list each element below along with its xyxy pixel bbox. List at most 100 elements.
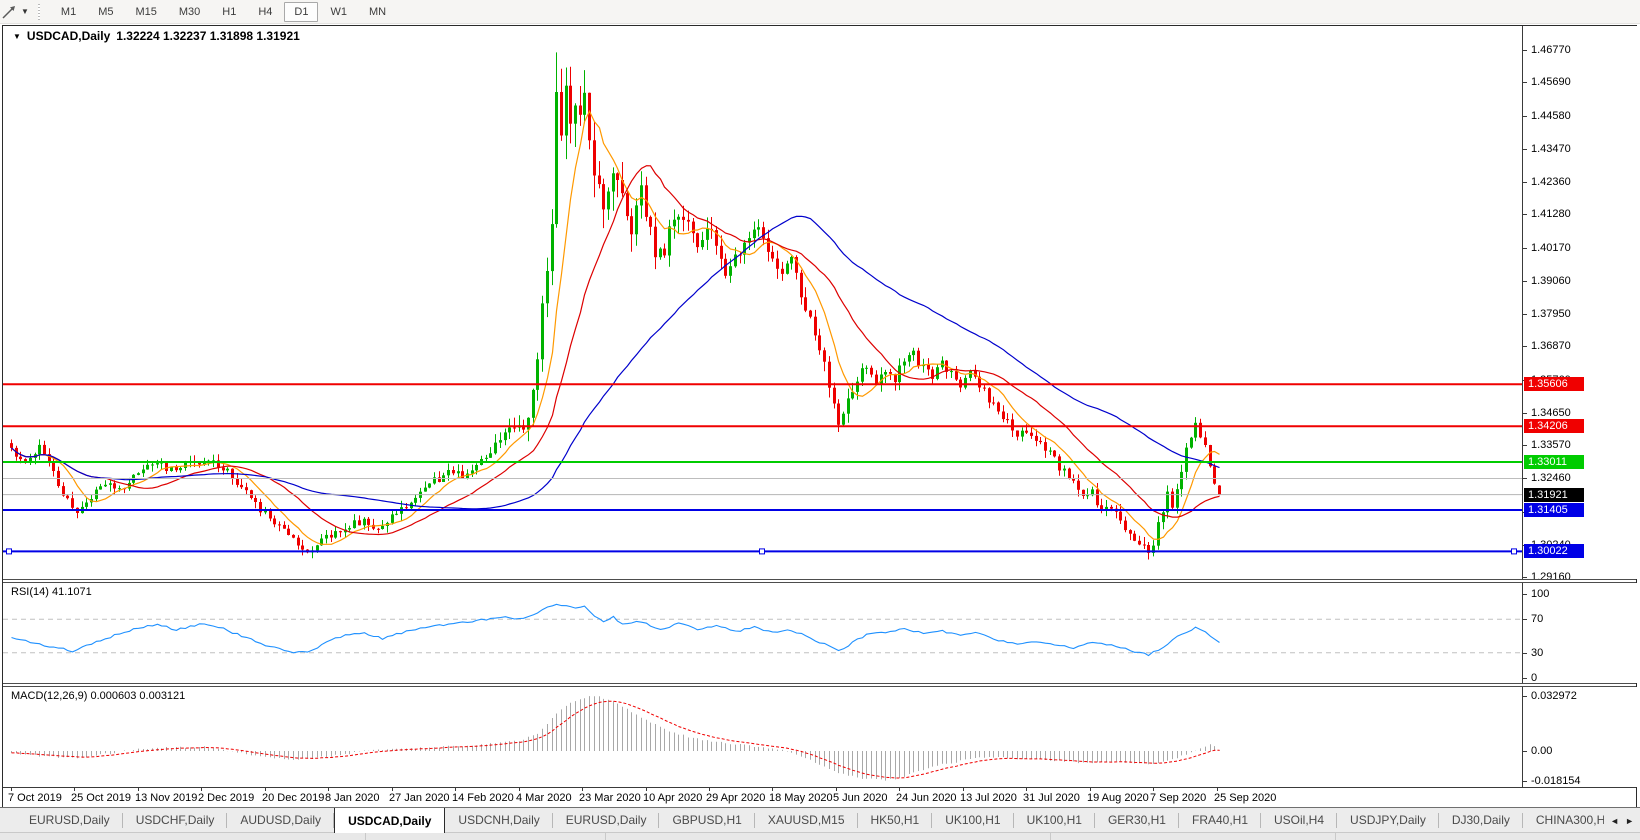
chart-tab-hk50-h1[interactable]: HK50,H1 — [858, 808, 933, 833]
rsi-indicator-label: RSI(14) 41.1071 — [11, 586, 92, 598]
bid-price-label: 1.31921 — [1524, 488, 1584, 502]
price-tick-mark — [1523, 413, 1527, 414]
time-tick-label: 10 Apr 2020 — [643, 792, 702, 804]
hline-price-label: 1.35606 — [1524, 377, 1584, 391]
chart-tab-usdcad-daily[interactable]: USDCAD,Daily — [334, 808, 445, 833]
price-tick-label: 1.33570 — [1531, 439, 1571, 451]
time-tick-mark — [138, 788, 139, 791]
timeframe-button-m30[interactable]: M30 — [169, 2, 210, 22]
toolbar-grip-handle[interactable] — [37, 4, 42, 20]
time-tick-mark — [1090, 788, 1091, 791]
time-tick-label: 25 Sep 2020 — [1214, 792, 1276, 804]
time-tick-mark — [519, 788, 520, 791]
rsi-plot[interactable] — [3, 583, 1522, 683]
macd-tick-label: 0.032972 — [1531, 690, 1577, 702]
chart-tab-bar: EURUSD,DailyUSDCHF,DailyAUDUSD,DailyUSDC… — [0, 807, 1640, 833]
time-tick-mark — [1153, 788, 1154, 791]
price-tick-label: 1.46770 — [1531, 44, 1571, 56]
timeframe-button-mn[interactable]: MN — [359, 2, 396, 22]
chart-tab-eurusd-daily[interactable]: EURUSD,Daily — [16, 808, 123, 833]
chart-tab-xauusd-m15[interactable]: XAUUSD,M15 — [755, 808, 858, 833]
time-tick-label: 25 Oct 2019 — [71, 792, 131, 804]
timeframe-button-m15[interactable]: M15 — [125, 2, 166, 22]
chart-tab-dj30-daily[interactable]: DJ30,Daily — [1439, 808, 1523, 833]
price-tick-mark — [1523, 314, 1527, 315]
price-tick-mark — [1523, 149, 1527, 150]
time-tick-mark — [646, 788, 647, 791]
main-chart-pane: 1.46770 1.45690 1.44580 1.43470 1.42360 … — [3, 26, 1636, 579]
chart-tab-uk100-h1[interactable]: UK100,H1 — [932, 808, 1013, 833]
macd-axis[interactable]: 0.032972 0.00 -0.018154 — [1522, 687, 1637, 787]
time-tick-mark — [455, 788, 456, 791]
time-tick-mark — [899, 788, 900, 791]
timeframe-button-w1[interactable]: W1 — [320, 2, 357, 22]
price-tick-mark — [1523, 248, 1527, 249]
macd-tick-mark — [1523, 751, 1527, 752]
chart-tab-usoil-h4[interactable]: USOil,H4 — [1261, 808, 1337, 833]
price-axis[interactable]: 1.46770 1.45690 1.44580 1.43470 1.42360 … — [1522, 26, 1637, 579]
macd-tick-label: -0.018154 — [1531, 775, 1581, 787]
price-tick-label: 1.43470 — [1531, 143, 1571, 155]
price-tick-mark — [1523, 116, 1527, 117]
line-studies-icon[interactable] — [1, 4, 19, 20]
symbol-dropdown-icon[interactable]: ▼ — [13, 32, 21, 41]
hline-price-label: 1.33011 — [1524, 455, 1584, 469]
time-tick-label: 7 Sep 2020 — [1150, 792, 1206, 804]
rsi-axis[interactable]: 100 70 30 0 — [1522, 583, 1637, 683]
time-tick-mark — [74, 788, 75, 791]
chart-tab-ger30-h1[interactable]: GER30,H1 — [1095, 808, 1179, 833]
candlestick-plot[interactable] — [3, 26, 1522, 579]
time-tick-label: 8 Jan 2020 — [325, 792, 379, 804]
price-tick-label: 1.40170 — [1531, 242, 1571, 254]
timeframe-button-m5[interactable]: M5 — [88, 2, 123, 22]
chart-tab-uk100-h1[interactable]: UK100,H1 — [1014, 808, 1095, 833]
price-tick-mark — [1523, 281, 1527, 282]
chart-tab-eurusd-daily[interactable]: EURUSD,Daily — [553, 808, 660, 833]
time-tick-label: 14 Feb 2020 — [452, 792, 514, 804]
rsi-tick-label: 30 — [1531, 647, 1543, 659]
chart-symbol-label: USDCAD,Daily — [27, 29, 110, 43]
price-tick-label: 1.32460 — [1531, 472, 1571, 484]
chart-tab-china300-h1[interactable]: CHINA300,H1 — [1523, 808, 1604, 833]
chart-tab-usdchf-daily[interactable]: USDCHF,Daily — [123, 808, 228, 833]
time-tick-mark — [392, 788, 393, 791]
price-tick-label: 1.34650 — [1531, 407, 1571, 419]
price-tick-label: 1.36870 — [1531, 340, 1571, 352]
rsi-tick-mark — [1523, 594, 1527, 595]
chart-tab-audusd-daily[interactable]: AUDUSD,Daily — [227, 808, 334, 833]
tabs-scroll-right-icon[interactable]: ► — [1625, 816, 1634, 826]
time-axis[interactable]: 7 Oct 2019 25 Oct 2019 13 Nov 2019 2 Dec… — [3, 787, 1636, 807]
price-tick-mark — [1523, 577, 1527, 578]
chart-window: 1.46770 1.45690 1.44580 1.43470 1.42360 … — [2, 25, 1637, 807]
chart-tab-gbpusd-h1[interactable]: GBPUSD,H1 — [659, 808, 754, 833]
macd-plot[interactable] — [3, 687, 1522, 787]
timeframe-button-d1[interactable]: D1 — [284, 2, 318, 22]
time-tick-mark — [11, 788, 12, 791]
chart-tab-fra40-h1[interactable]: FRA40,H1 — [1179, 808, 1261, 833]
time-tick-label: 31 Jul 2020 — [1023, 792, 1080, 804]
price-tick-label: 1.44580 — [1531, 110, 1571, 122]
timeframe-button-m1[interactable]: M1 — [51, 2, 86, 22]
chart-tab-usdcnh-daily[interactable]: USDCNH,Daily — [445, 808, 552, 833]
rsi-pane: 100 70 30 0 RSI(14) 41.1071 — [3, 583, 1636, 683]
timeframe-button-h1[interactable]: H1 — [212, 2, 246, 22]
time-tick-label: 4 Mar 2020 — [516, 792, 572, 804]
time-tick-label: 2 Dec 2019 — [198, 792, 254, 804]
tabs-scroll-left-icon[interactable]: ◄ — [1610, 816, 1619, 826]
chart-tab-usdjpy-daily[interactable]: USDJPY,Daily — [1337, 808, 1439, 833]
time-tick-label: 27 Jan 2020 — [389, 792, 450, 804]
time-tick-mark — [772, 788, 773, 791]
price-tick-mark — [1523, 182, 1527, 183]
tab-scroll-arrows: ◄ ► — [1604, 808, 1640, 833]
timeframe-button-h4[interactable]: H4 — [248, 2, 282, 22]
price-tick-label: 1.41280 — [1531, 208, 1571, 220]
macd-tick-mark — [1523, 696, 1527, 697]
rsi-tick-label: 100 — [1531, 588, 1549, 600]
price-tick-mark — [1523, 445, 1527, 446]
top-toolbar: ▼ M1M5M15M30H1H4D1W1MN — [0, 0, 1640, 24]
price-tick-mark — [1523, 214, 1527, 215]
time-tick-label: 18 May 2020 — [769, 792, 833, 804]
rsi-tick-label: 70 — [1531, 613, 1543, 625]
hline-price-label: 1.34206 — [1524, 419, 1584, 433]
line-studies-dropdown-icon[interactable]: ▼ — [21, 7, 29, 16]
